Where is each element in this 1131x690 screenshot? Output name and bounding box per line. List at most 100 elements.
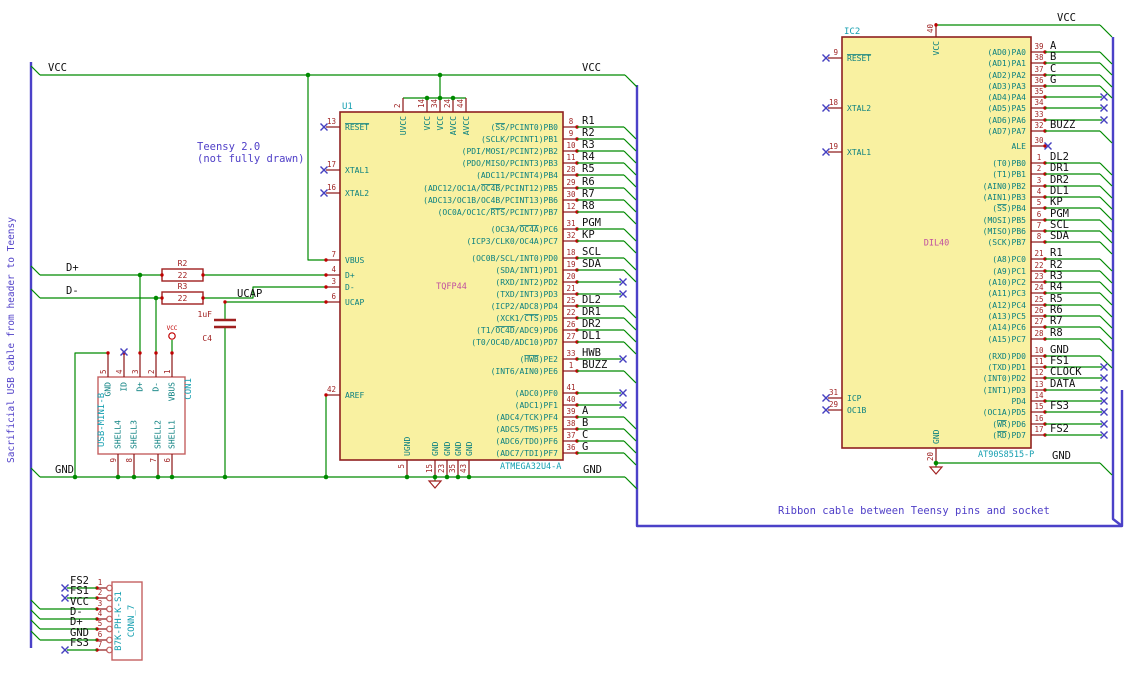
bus-entry[interactable] (1099, 355, 1113, 369)
bus-entry[interactable] (1099, 315, 1113, 329)
bus-entry[interactable] (623, 452, 637, 466)
net-label-GND[interactable]: GND (1052, 450, 1071, 462)
bus-entry[interactable] (1099, 270, 1113, 284)
bus-entry[interactable] (623, 428, 637, 442)
u1-refdes[interactable]: U1 (342, 102, 353, 112)
net-label-KP[interactable]: KP (1050, 196, 1063, 208)
ic2-refdes[interactable]: IC2 (844, 27, 860, 37)
net-label-VCC[interactable]: VCC (1057, 12, 1076, 24)
net-label-R8[interactable]: R8 (582, 200, 595, 212)
vcc-power-symbol[interactable]: VCC (167, 325, 178, 340)
con1-pin-7[interactable]: 7 SHELL2 (149, 420, 163, 477)
net-label-UCAP[interactable]: UCAP (237, 288, 262, 300)
net-label-R2[interactable]: R2 (582, 127, 595, 139)
bus-entry[interactable] (1099, 207, 1113, 221)
net-label-PGM[interactable]: PGM (582, 217, 601, 229)
bus-entry[interactable] (624, 476, 638, 490)
bus-entry[interactable] (30, 65, 41, 76)
wire[interactable] (203, 286, 326, 299)
bus[interactable] (1111, 37, 1123, 527)
component-con1[interactable]: USB-MINI-BCON15GND4ID3D+2D-1VBUS9SHELL48… (97, 351, 194, 477)
bus-entry[interactable] (1099, 219, 1113, 233)
net-label-C[interactable]: C (582, 429, 588, 441)
bus-entry[interactable] (623, 162, 637, 176)
bus-entry[interactable] (1099, 230, 1113, 244)
bus-entry[interactable] (623, 138, 637, 152)
net-label-GND[interactable]: GND (55, 464, 74, 476)
net-label-DR1[interactable]: DR1 (1050, 162, 1069, 174)
bus-entry[interactable] (623, 416, 637, 430)
con1-pin-6[interactable]: 6 SHELL1 (163, 420, 177, 477)
bus-entry[interactable] (623, 174, 637, 188)
bus-entry[interactable] (30, 288, 41, 299)
bus-entry[interactable] (1099, 24, 1113, 38)
net-label-DL2[interactable]: DL2 (582, 294, 601, 306)
net-label-G[interactable]: G (1050, 74, 1056, 86)
net-label-B[interactable]: B (582, 417, 588, 429)
net-label-SCL[interactable]: SCL (582, 246, 601, 258)
con1-value[interactable]: USB-MINI-B (97, 393, 107, 447)
net-label-R1[interactable]: R1 (1050, 247, 1063, 259)
c4-value[interactable]: 1uF (198, 310, 213, 319)
component-ic2[interactable]: IC2DIL40AT90S8515-P9RESET18XTAL219XTAL13… (822, 23, 1113, 463)
bus-entry[interactable] (623, 150, 637, 164)
ic2-partname[interactable]: AT90S8515-P (978, 450, 1034, 460)
net-label-DR2[interactable]: DR2 (582, 318, 601, 330)
bus-entry[interactable] (623, 257, 637, 271)
net-label-BUZZ[interactable]: BUZZ (582, 359, 607, 371)
bus-entry[interactable] (623, 341, 637, 355)
bus-entry[interactable] (1099, 130, 1113, 144)
gnd-power-symbol[interactable] (427, 480, 443, 489)
bus-entry[interactable] (30, 630, 41, 641)
net-label-R7[interactable]: R7 (582, 188, 595, 200)
net-label-D+[interactable]: D+ (66, 262, 79, 274)
bus-entry[interactable] (1099, 162, 1113, 176)
component-r3[interactable]: R322 (161, 282, 204, 305)
con1-refdes[interactable]: CON1 (184, 378, 194, 400)
net-label-A[interactable]: A (582, 405, 589, 417)
net-label-R6[interactable]: R6 (582, 176, 595, 188)
net-label-SDA[interactable]: SDA (1050, 230, 1070, 242)
bus-entry[interactable] (623, 240, 637, 254)
bus-entry[interactable] (1099, 74, 1113, 88)
bus-entry[interactable] (623, 317, 637, 331)
conn7-value[interactable]: B7K-PH-K-S1 (114, 591, 124, 651)
net-label-BUZZ[interactable]: BUZZ (1050, 119, 1075, 131)
bus-entry[interactable] (623, 269, 637, 283)
gnd-power-symbol[interactable] (928, 466, 944, 475)
R2-refdes[interactable]: R2 (178, 259, 188, 268)
bus-entry[interactable] (1099, 196, 1113, 210)
wire[interactable] (307, 75, 326, 261)
net-label-HWB[interactable]: HWB (582, 347, 601, 359)
bus-entry[interactable] (1099, 304, 1113, 318)
R3-refdes[interactable]: R3 (178, 282, 188, 291)
net-label-FS3[interactable]: FS3 (1050, 400, 1069, 412)
net-label-DL1[interactable]: DL1 (582, 330, 601, 342)
R2-value[interactable]: 22 (178, 271, 188, 280)
bus-entry[interactable] (623, 370, 637, 384)
net-label-FS2[interactable]: FS2 (1050, 423, 1069, 435)
con1-pin-5[interactable]: 5 GND (99, 351, 113, 396)
net-label-G[interactable]: G (582, 441, 588, 453)
net-label-VCC[interactable]: VCC (48, 62, 67, 74)
bus-entry[interactable] (30, 599, 41, 610)
bus-entry[interactable] (623, 187, 637, 201)
component-c4[interactable]: 1uF C4 (198, 310, 236, 343)
bus-entry[interactable] (1099, 51, 1113, 65)
net-label-CLOCK[interactable]: CLOCK (1050, 366, 1082, 378)
net-label-R1[interactable]: R1 (582, 115, 595, 127)
net-label-SDA[interactable]: SDA (582, 258, 602, 270)
bus-entry[interactable] (1099, 173, 1113, 187)
net-label-GND[interactable]: GND (583, 464, 602, 476)
con1-pin-8[interactable]: 8 SHELL3 (125, 420, 139, 477)
bus-entry[interactable] (624, 74, 638, 88)
net-label-D-[interactable]: D- (66, 285, 79, 297)
bus-entry[interactable] (1099, 281, 1113, 295)
bus-entry[interactable] (30, 467, 41, 478)
bus-entry[interactable] (623, 228, 637, 242)
con1-pin-3[interactable]: 3 D+ (131, 351, 145, 392)
net-label-FS3[interactable]: FS3 (70, 637, 89, 649)
con1-pin-2[interactable]: 2 D- (147, 351, 161, 392)
component-u1[interactable]: U1TQFP44ATMEGA32U4-A13RESET17XTAL116XTAL… (320, 98, 637, 477)
c4-refdes[interactable]: C4 (202, 334, 212, 343)
